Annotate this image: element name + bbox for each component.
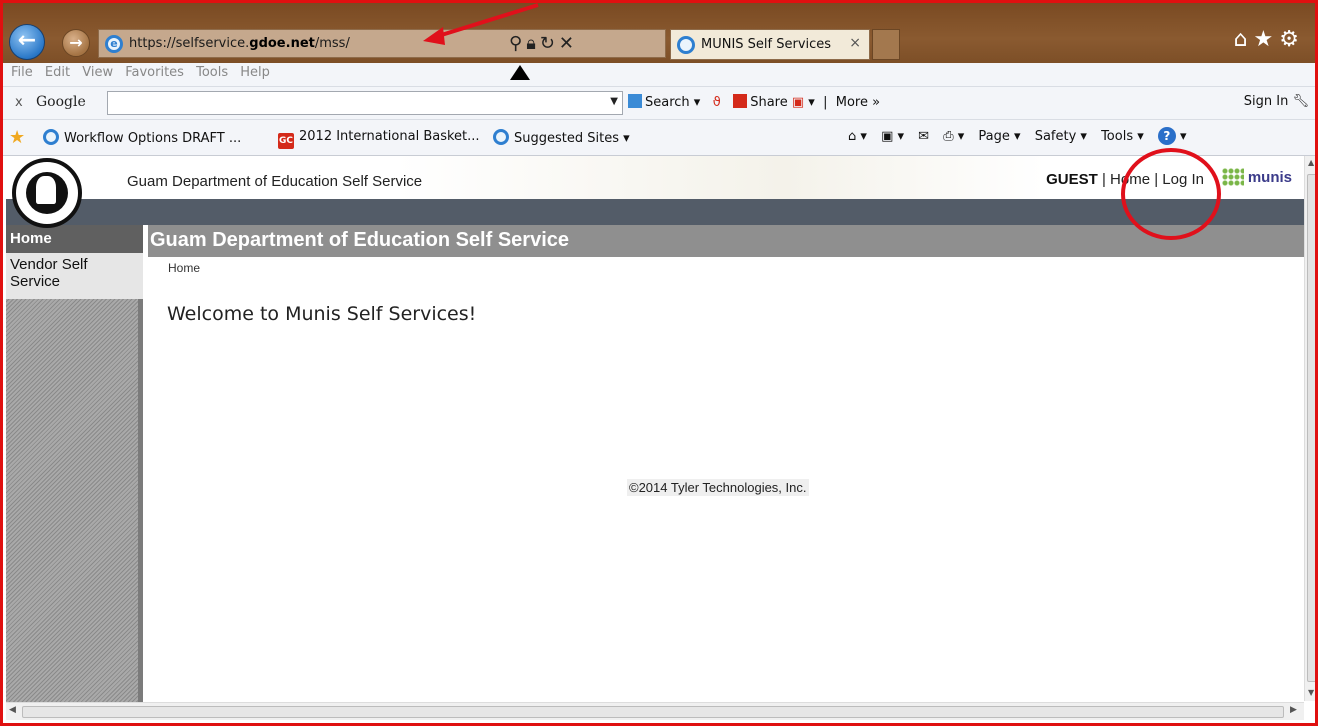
scroll-right-icon[interactable]: ▶ [1290, 705, 1297, 715]
fav-label: Suggested Sites ▾ [514, 131, 630, 146]
browser-titlebar: ← → e https://selfservice.gdoe.net/mss/ … [3, 3, 1315, 63]
ie-icon [493, 129, 509, 145]
command-bar: ⌂ ▾ ▣ ▾ ✉ ⎙ ▾ Page ▾ Safety ▾ Tools ▾ ? … [848, 127, 1187, 145]
ie-page-icon: e [105, 35, 123, 53]
fav-international-basketball[interactable]: GC 2012 International Basket... [278, 129, 480, 149]
tab-munis-self-services[interactable]: MUNIS Self Services × [670, 29, 870, 60]
page-header: Guam Department of Education Self Servic… [6, 156, 1304, 228]
fav-workflow-options[interactable]: Workflow Options DRAFT ... [43, 129, 241, 146]
google-search-input[interactable]: ▼ [107, 91, 623, 115]
menu-favorites[interactable]: Favorites [125, 65, 184, 80]
menu-bar: File Edit View Favorites Tools Help [3, 63, 1315, 87]
menu-help[interactable]: Help [240, 65, 270, 80]
gdoe-seal-logo [12, 158, 82, 228]
tools-menu[interactable]: Tools ▾ [1101, 129, 1144, 144]
copyright-text: ©2014 Tyler Technologies, Inc. [627, 479, 809, 496]
new-tab-button[interactable] [872, 29, 900, 60]
munis-logo: munis [1221, 168, 1292, 186]
favorites-bar: ★ Workflow Options DRAFT ... GC 2012 Inte… [3, 120, 1315, 156]
fav-label: 2012 International Basket... [299, 129, 480, 144]
help-icon[interactable]: ? [1157, 127, 1176, 145]
page-menu[interactable]: Page ▾ [978, 129, 1020, 144]
fav-label: Workflow Options DRAFT ... [64, 131, 242, 146]
swirl-icon[interactable]: ϑ [713, 95, 721, 110]
gear-icon[interactable]: ⚙ [1279, 27, 1305, 52]
annotation-arrow-black [510, 65, 530, 80]
toolbar-close-icon[interactable]: x [15, 95, 23, 110]
sign-in-label: Sign In [1243, 94, 1289, 109]
google-toolbar: x Google ▼ Search ▾ ϑ Share ▣ ▾ | More »… [3, 87, 1315, 120]
feeds-icon[interactable]: ▣ ▾ [881, 129, 904, 144]
google-search-button[interactable]: Search [645, 95, 690, 110]
ie-icon [43, 129, 59, 145]
url-path: /mss/ [314, 36, 350, 51]
sidebar-item-home[interactable]: Home [6, 225, 143, 253]
munis-dots-icon [1221, 168, 1244, 186]
sidebar-item-vendor-self-service[interactable]: Vendor Self Service [6, 253, 143, 299]
menu-view[interactable]: View [82, 65, 113, 80]
back-button[interactable]: ← [9, 24, 45, 60]
gc-icon: GC [278, 133, 294, 149]
horizontal-scrollbar[interactable]: ◀ ▶ [6, 702, 1304, 720]
dropdown-arrow-icon[interactable]: ▼ [610, 96, 618, 107]
google-logo: Google [36, 94, 86, 110]
menu-file[interactable]: File [11, 65, 33, 80]
print-icon[interactable]: ⎙ ▾ [943, 129, 964, 144]
favorites-add-icon[interactable]: ★ [9, 127, 25, 148]
sidebar: Home Vendor Self Service [6, 225, 143, 705]
scroll-thumb[interactable] [1307, 174, 1315, 682]
home-icon[interactable]: ⌂ [1234, 27, 1254, 52]
tab-title: MUNIS Self Services [701, 37, 832, 52]
safety-menu[interactable]: Safety ▾ [1035, 129, 1087, 144]
scroll-left-icon[interactable]: ◀ [9, 705, 16, 715]
fav-suggested-sites[interactable]: Suggested Sites ▾ [493, 129, 630, 146]
breadcrumb[interactable]: Home [168, 261, 200, 275]
share-icon [733, 94, 748, 108]
header-title: Guam Department of Education Self Servic… [127, 173, 423, 190]
vertical-scrollbar[interactable]: ▲ ▼ [1304, 156, 1315, 701]
share-button[interactable]: Share [750, 95, 788, 110]
scroll-up-icon[interactable]: ▲ [1308, 158, 1314, 167]
tab-close-icon[interactable]: × [849, 35, 861, 51]
favorites-star-icon[interactable]: ★ [1254, 27, 1280, 52]
annotation-arrow-red [423, 3, 539, 45]
menu-edit[interactable]: Edit [45, 65, 70, 80]
header-strip [6, 199, 1304, 225]
ie-tab-icon [677, 36, 695, 54]
annotation-circle [1121, 148, 1221, 240]
section-title: Guam Department of Education Self Servic… [150, 229, 569, 251]
browser-top-icons: ⌂★⚙ [1234, 27, 1305, 52]
munis-name: munis [1247, 169, 1292, 186]
stop-icon[interactable]: ✕ [559, 33, 578, 54]
url-text[interactable]: https://selfservice.gdoe.net/mss/ [129, 36, 350, 51]
google-sign-in[interactable]: Sign In 🔧︎ [1244, 94, 1309, 109]
address-bar[interactable]: e https://selfservice.gdoe.net/mss/ ⚲🔒︎↻… [98, 29, 666, 58]
url-host: gdoe.net [249, 36, 315, 51]
translate-icon[interactable]: ▣ [792, 95, 804, 110]
search-tool-icon [628, 94, 642, 108]
url-prefix: https://selfservice. [129, 36, 250, 51]
home-icon[interactable]: ⌂ ▾ [848, 129, 867, 144]
google-toolbar-buttons: Search ▾ ϑ Share ▣ ▾ | More » [628, 94, 880, 110]
guest-label: GUEST [1046, 171, 1098, 188]
more-button[interactable]: More » [836, 95, 880, 110]
wrench-icon[interactable]: 🔧︎ [1292, 94, 1309, 109]
mail-icon[interactable]: ✉ [918, 129, 929, 144]
welcome-message: Welcome to Munis Self Services! [167, 303, 477, 325]
forward-button[interactable]: → [62, 29, 90, 57]
menu-tools[interactable]: Tools [196, 65, 228, 80]
hscroll-thumb[interactable] [22, 706, 1284, 718]
section-title-bar: Guam Department of Education Self Servic… [148, 225, 1304, 257]
scroll-down-icon[interactable]: ▼ [1308, 688, 1314, 697]
browser-window: ← → e https://selfservice.gdoe.net/mss/ … [0, 0, 1318, 726]
